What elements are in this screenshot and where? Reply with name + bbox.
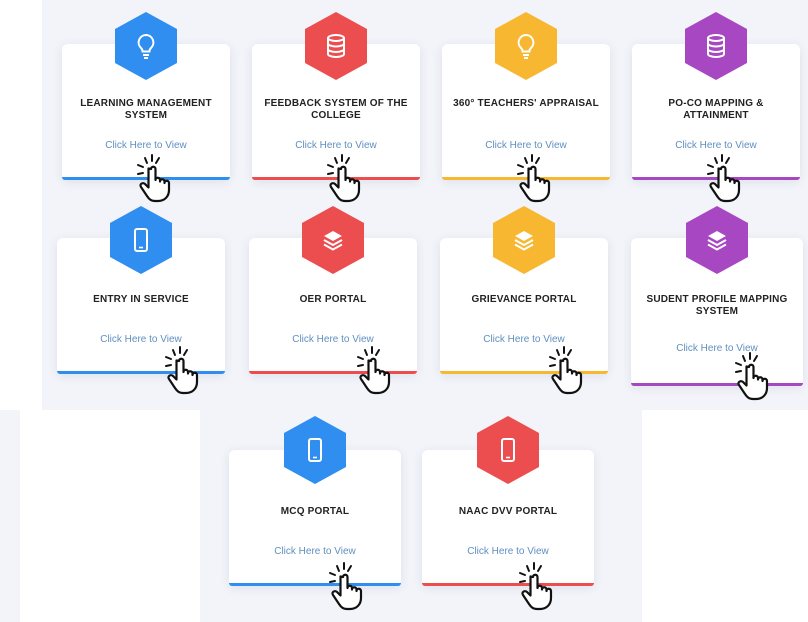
- card-title: NAAC DVV PORTAL: [458, 506, 558, 517]
- background-panel-bottom-right: [642, 410, 808, 622]
- background-panel-left: [0, 0, 42, 410]
- view-link[interactable]: Click Here to View: [632, 140, 800, 151]
- card-title: MCQ PORTAL: [280, 506, 350, 517]
- hand-pointer-icon: [515, 153, 565, 203]
- view-link[interactable]: Click Here to View: [249, 334, 417, 345]
- card-title: GRIEVANCE PORTAL: [471, 294, 577, 305]
- card-title: FEEDBACK SYSTEM OF THE COLLEGE: [264, 98, 408, 121]
- hexagon-badge: [492, 10, 560, 82]
- card-title: 360° TEACHERS' APPRAISAL: [453, 98, 599, 109]
- hexagon-badge: [682, 10, 750, 82]
- hand-pointer-icon: [705, 153, 755, 203]
- hexagon-badge: [302, 10, 370, 82]
- hand-pointer-icon: [135, 153, 185, 203]
- view-link[interactable]: Click Here to View: [252, 140, 420, 151]
- hexagon-badge: [474, 414, 542, 486]
- view-link[interactable]: Click Here to View: [422, 546, 594, 557]
- hexagon-badge: [281, 414, 349, 486]
- background-panel-bottom-left: [20, 410, 200, 622]
- hand-pointer-icon: [547, 345, 597, 395]
- card-accent-bar: [422, 583, 594, 586]
- hexagon-badge: [683, 204, 751, 276]
- hand-pointer-icon: [327, 561, 377, 611]
- view-link[interactable]: Click Here to View: [440, 334, 608, 345]
- view-link[interactable]: Click Here to View: [57, 334, 225, 345]
- hand-pointer-icon: [733, 351, 783, 401]
- card-title: LEARNING MANAGEMENT SYSTEM: [80, 98, 212, 121]
- card-title: PO-CO MAPPING & ATTAINMENT: [668, 98, 764, 121]
- view-link[interactable]: Click Here to View: [62, 140, 230, 151]
- card-title: SUDENT PROFILE MAPPING SYSTEM: [646, 294, 788, 317]
- hexagon-badge: [112, 10, 180, 82]
- hand-pointer-icon: [517, 561, 567, 611]
- card-title: OER PORTAL: [299, 294, 367, 305]
- hexagon-badge: [490, 204, 558, 276]
- hand-pointer-icon: [163, 345, 213, 395]
- hand-pointer-icon: [325, 153, 375, 203]
- view-link[interactable]: Click Here to View: [442, 140, 610, 151]
- view-link[interactable]: Click Here to View: [229, 546, 401, 557]
- card-title: ENTRY IN SERVICE: [93, 294, 189, 305]
- hexagon-badge: [107, 204, 175, 276]
- hexagon-badge: [299, 204, 367, 276]
- hand-pointer-icon: [355, 345, 405, 395]
